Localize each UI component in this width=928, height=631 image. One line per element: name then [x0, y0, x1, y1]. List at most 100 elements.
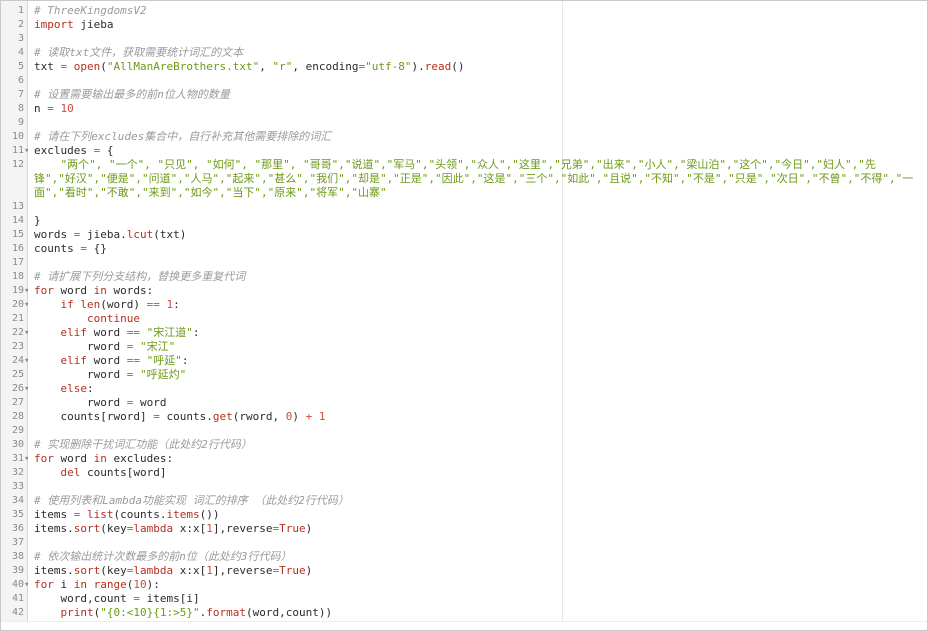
code-text[interactable]: # 依次输出统计次数最多的前n位（此处约3行代码）	[34, 550, 292, 564]
line-number: 25	[11, 369, 24, 380]
code-editor[interactable]: 1 # ThreeKingdomsV2 2 import jieba 3 4 # 读取txt…	[0, 0, 928, 631]
code-token: ()	[451, 60, 465, 73]
function-token: list	[87, 508, 114, 521]
line-number: 11	[11, 145, 24, 156]
code-text[interactable]: elif word == "宋江道":	[34, 326, 200, 340]
code-text[interactable]: # ThreeKingdomsV2	[34, 4, 147, 18]
line-number: 10	[11, 131, 24, 142]
code-text[interactable]: # 请在下列excludes集合中，自行补充其他需要排除的词汇	[34, 130, 331, 144]
keyword-token: elif	[60, 354, 88, 367]
string-token: "AllManAreBrothers.txt"	[106, 60, 260, 73]
line-number: 39	[11, 565, 24, 576]
keyword-token: import	[34, 18, 74, 31]
line-number: 3	[17, 33, 24, 44]
function-token: sort	[73, 564, 101, 577]
code-text[interactable]: items.sort(key=lambda x:x[1],reverse=Tru…	[34, 564, 312, 578]
code-text[interactable]: n = 10	[34, 102, 74, 116]
horizontal-scrollbar[interactable]	[1, 621, 927, 630]
code-text[interactable]: # 实现删除干扰词汇功能（此处约2行代码）	[34, 438, 252, 452]
operator-token: ==	[126, 326, 140, 339]
code-token: ],reverse	[212, 564, 273, 577]
comment-token: # 请扩展下列分支结构，替换更多重复代词	[34, 270, 246, 283]
code-text[interactable]: print("{0:<10}{1:>5}".format(word,count)…	[34, 606, 333, 620]
line-number: 8	[17, 103, 24, 114]
line-number: 7	[17, 89, 24, 100]
number-token: 1	[206, 564, 213, 577]
keyword-token: else	[60, 382, 88, 395]
keyword-token: for	[34, 578, 54, 591]
fold-toggle-icon[interactable]: ▾	[24, 284, 29, 298]
fold-toggle-icon[interactable]: ▾	[24, 578, 29, 592]
code-text[interactable]: rword = "宋江"	[34, 340, 175, 354]
keyword-token: for	[34, 284, 54, 297]
operator-token: =	[47, 102, 54, 115]
line-number: 35	[11, 509, 24, 520]
keyword-token: if	[60, 298, 74, 311]
code-token: (word,count))	[245, 606, 333, 619]
code-token: rword	[34, 340, 127, 353]
code-text[interactable]: counts[rword] = counts.get(rword, 0) + 1	[34, 410, 325, 424]
code-text[interactable]: import jieba	[34, 18, 114, 32]
code-text[interactable]: words = jieba.lcut(txt)	[34, 228, 186, 242]
function-token: get	[212, 410, 233, 423]
code-token: :	[192, 326, 200, 339]
code-text[interactable]: for word in words:	[34, 284, 153, 298]
code-token: counts[rword]	[34, 410, 154, 423]
code-text[interactable]: counts = {}	[34, 242, 107, 256]
fold-toggle-icon[interactable]: ▾	[24, 298, 29, 312]
code-text[interactable]: rword = "呼延灼"	[34, 368, 186, 382]
line-number: 34	[11, 495, 24, 506]
code-text[interactable]: continue	[34, 312, 140, 326]
line-number: 16	[11, 243, 24, 254]
code-token: items	[34, 508, 74, 521]
code-token: counts	[34, 242, 81, 255]
function-token: range	[93, 578, 127, 591]
code-text[interactable]: else:	[34, 382, 94, 396]
code-text[interactable]: for word in excludes:	[34, 452, 173, 466]
comment-token: # 依次输出统计次数最多的前n位（此处约3行代码）	[34, 550, 292, 563]
code-text[interactable]: # 请扩展下列分支结构，替换更多重复代词	[34, 270, 245, 284]
fold-toggle-icon[interactable]: ▾	[24, 326, 29, 340]
code-text[interactable]: # 读取txt文件，获取需要统计词汇的文本	[34, 46, 243, 60]
fold-toggle-icon[interactable]: ▾	[24, 452, 29, 466]
comment-token: # 请在下列excludes集合中，自行补充其他需要排除的词汇	[34, 130, 332, 143]
fold-toggle-icon[interactable]: ▾	[24, 354, 29, 368]
code-text[interactable]: # 设置需要输出最多的前n位人物的数量	[34, 88, 230, 102]
code-text[interactable]: excludes = {	[34, 144, 113, 158]
code-text[interactable]: # 使用列表和Lambda功能实现 词汇的排序 （此处约2行代码）	[34, 494, 349, 508]
function-token: format	[206, 606, 246, 619]
code-text[interactable]: "两个", "一个", "只见", "如何", "那里", "哥哥","说道",…	[34, 158, 914, 200]
code-text[interactable]: rword = word	[34, 396, 167, 410]
code-text[interactable]: elif word == "呼延":	[34, 354, 189, 368]
code-text[interactable]: for i in range(10):	[34, 578, 160, 592]
code-token: jieba.	[80, 228, 127, 241]
code-text[interactable]: del counts[word]	[34, 466, 167, 480]
line-number: 19	[11, 285, 24, 296]
code-token: ).	[411, 60, 425, 73]
line-number: 24	[11, 355, 24, 366]
code-text[interactable]: txt = open("AllManAreBrothers.txt", "r",…	[34, 60, 465, 74]
code-text[interactable]: items = list(counts.items())	[34, 508, 219, 522]
operator-token: ==	[146, 298, 160, 311]
code-token: word,count	[34, 592, 134, 605]
keyword-token: lambda	[133, 564, 174, 577]
keyword-token: in	[93, 284, 107, 297]
fold-toggle-icon[interactable]: ▾	[24, 144, 29, 158]
fold-toggle-icon[interactable]: ▾	[24, 382, 29, 396]
code-text[interactable]: }	[34, 214, 41, 228]
code-text[interactable]: word,count = items[i]	[34, 592, 199, 606]
function-token: items	[166, 508, 200, 521]
code-token: (key	[100, 522, 127, 535]
comment-token: # ThreeKingdomsV2	[34, 4, 147, 17]
code-text[interactable]: if len(word) == 1:	[34, 298, 180, 312]
code-text[interactable]: items.sort(key=lambda x:x[1],reverse=Tru…	[34, 522, 312, 536]
line-number: 2	[17, 19, 24, 30]
code-token: )	[292, 410, 306, 423]
gutter-divider	[27, 1, 28, 630]
